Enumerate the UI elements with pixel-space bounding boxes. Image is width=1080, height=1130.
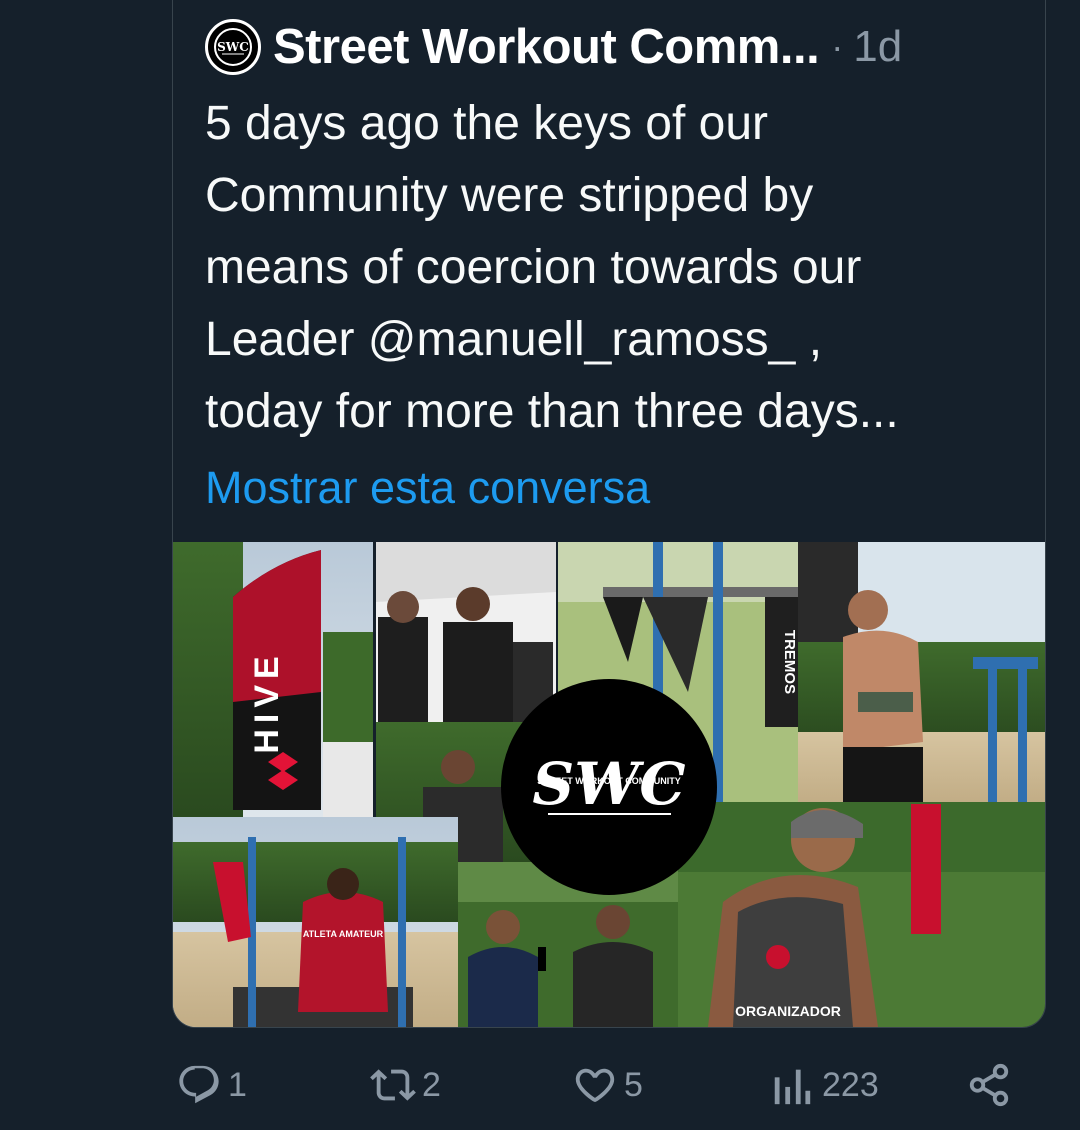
retweet-count: 2 [422,1065,441,1104]
reply-icon [179,1065,219,1104]
show-conversation-link[interactable]: Mostrar esta conversa [205,458,650,518]
swc-center-logo: SWC STREET WORKOUT COMMUNITY [501,679,717,895]
photo-collage: HIVE TREMOS ATLETA AMATEUR ORGANIZADOR S… [173,542,1045,1027]
share-button[interactable] [966,1055,1012,1115]
tweet-header: SWC Street Workout Comm... · 1d [205,16,902,78]
hive-banner-text: HIVE [248,650,286,753]
views-chart-icon [774,1069,811,1105]
retweet-button[interactable]: 2 [370,1055,441,1115]
like-button[interactable]: 5 [572,1055,643,1115]
swc-logo-subtext: STREET WORKOUT COMMUNITY [537,776,681,786]
collage-panel-organizador: ORGANIZADOR [678,802,1045,1027]
swc-logo-icon: SWC [214,28,252,66]
views-count: 223 [822,1065,879,1104]
collage-panel-speakers [376,542,556,722]
tweet-text-line: Community were stripped by [205,169,814,222]
tweet-media-image[interactable]: HIVE TREMOS ATLETA AMATEUR ORGANIZADOR S… [173,542,1045,1027]
like-count: 5 [624,1065,643,1104]
retweet-icon [370,1069,416,1101]
tweet-actions-bar: 1 2 5 223 [0,1055,1080,1115]
reply-button[interactable]: 1 [176,1055,247,1115]
tremos-sign-text: TREMOS [781,630,798,694]
timestamp[interactable]: 1d [853,22,902,72]
timeline: SWC Street Workout Comm... · 1d 5 days a… [0,0,1080,1130]
tweet-text-line: means of coercion towards our [205,241,862,294]
share-icon [969,1063,1009,1107]
reply-count: 1 [228,1065,247,1104]
separator-dot: · [831,26,844,67]
tweet-text-line: today for more than three days... [205,385,899,438]
svg-text:SWC: SWC [217,40,249,54]
author-name[interactable]: Street Workout Comm... [273,19,820,75]
tweet-text-line: 5 days ago the keys of our [205,97,769,150]
collage-panel-hive-banner: HIVE [173,542,373,817]
organizador-shirt-text: ORGANIZADOR [735,1003,841,1019]
views-button[interactable]: 223 [772,1055,879,1115]
collage-panel-athlete [798,542,1045,802]
avatar[interactable]: SWC [205,19,261,75]
tweet-text: 5 days ago the keys of our Community wer… [205,88,1025,448]
heart-icon [575,1068,615,1102]
tweet-text-line: Leader @manuell_ramoss_ , [205,313,823,366]
red-shirt-text: ATLETA AMATEUR [303,929,384,939]
collage-panel-red-shirt: ATLETA AMATEUR [173,817,458,1027]
